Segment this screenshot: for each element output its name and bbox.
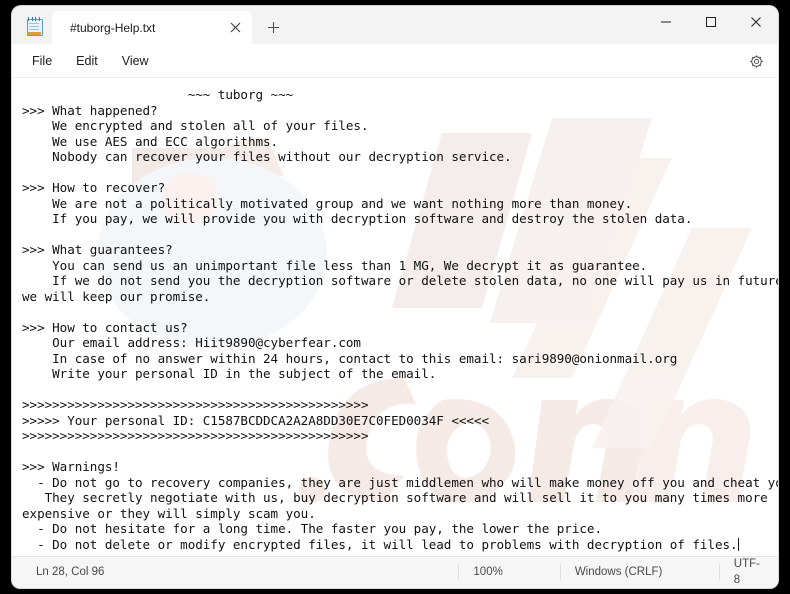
text-line: We use AES and ECC algorithms.	[22, 133, 279, 149]
text-line: - Do not go to recovery companies, they …	[22, 474, 778, 490]
menu-item-file[interactable]: File	[20, 49, 64, 73]
text-line	[22, 444, 778, 460]
text-line: They secretly negotiate with us, buy dec…	[22, 490, 768, 505]
text-line: If we do not send you the decryption sof…	[22, 273, 778, 288]
status-bar: Ln 28, Col 96 100% Windows (CRLF) UTF-8	[12, 556, 778, 587]
text-line: You can send us an unimportant file less…	[22, 257, 648, 273]
title-bar: #tuborg-Help.txt	[12, 6, 778, 44]
text-line: >>>>>>>>>>>>>>>>>>>>>>>>>>>>>>>>>>>>>>>>…	[22, 397, 369, 412]
gear-icon[interactable]	[744, 49, 768, 73]
minimize-icon[interactable]	[643, 6, 688, 38]
encoding-status[interactable]: UTF-8	[718, 558, 778, 586]
text-line: Our email address: Hiit9890@cyberfear.co…	[22, 335, 361, 350]
text-line: we will keep our promise.	[22, 288, 211, 304]
menu-item-edit[interactable]: Edit	[64, 49, 110, 73]
tab-title: #tuborg-Help.txt	[70, 20, 156, 35]
notepad-window: #tuborg-Help.txt File Edit View ~~~ tubo…	[12, 6, 778, 588]
text-line: >>> Warnings!	[22, 459, 120, 474]
notepad-icon	[26, 17, 43, 36]
close-tab-icon[interactable]	[222, 16, 248, 40]
maximize-icon[interactable]	[688, 6, 733, 38]
tab-tuborg-help[interactable]: #tuborg-Help.txt	[52, 11, 252, 44]
text-line: If you pay, we will provide you with dec…	[22, 211, 693, 226]
text-line	[22, 227, 778, 243]
document-text[interactable]: ~~~ tuborg ~~~ >>> What happened? We encr…	[12, 78, 778, 552]
line-ending-status[interactable]: Windows (CRLF)	[559, 564, 719, 580]
text-line: Nobody can recover your files without ou…	[22, 149, 512, 164]
text-line: expensive or they will simply scam you.	[22, 505, 316, 521]
text-line: Write your personal ID in the subject of…	[22, 366, 437, 381]
text-line: >>> What happened?	[22, 102, 158, 118]
text-line: >>> How to contact us?	[22, 319, 188, 335]
text-line	[22, 165, 778, 181]
text-line: - Do not delete or modify encrypted file…	[22, 536, 739, 552]
caption-buttons	[643, 6, 778, 38]
text-editor-area[interactable]: ~~~ tuborg ~~~ >>> What happened? We encr…	[12, 78, 778, 556]
text-line	[22, 304, 778, 320]
menu-item-view[interactable]: View	[110, 49, 161, 73]
text-line: In case of no answer within 24 hours, co…	[22, 350, 678, 366]
zoom-level-status[interactable]: 100%	[458, 564, 559, 580]
text-caret	[737, 537, 739, 551]
text-line: We encrypted and stolen all of your file…	[22, 118, 369, 133]
cursor-position-status[interactable]: Ln 28, Col 96	[12, 564, 458, 580]
text-line: - Do not hesitate for a long time. The f…	[22, 521, 602, 536]
text-line: >>>>>>>>>>>>>>>>>>>>>>>>>>>>>>>>>>>>>>>>…	[22, 428, 369, 443]
text-line	[22, 382, 778, 398]
text-line: We are not a politically motivated group…	[22, 195, 633, 211]
text-line: ~~~ tuborg ~~~	[22, 87, 294, 102]
menu-bar: File Edit View	[12, 44, 778, 78]
text-line: >>> What guarantees?	[22, 242, 173, 257]
close-icon[interactable]	[733, 6, 778, 38]
text-line: >>> How to recover?	[22, 180, 166, 195]
new-tab-icon[interactable]	[258, 13, 288, 41]
text-line: >>>>> Your personal ID: C1587BCDDCA2A2A8…	[22, 412, 489, 428]
